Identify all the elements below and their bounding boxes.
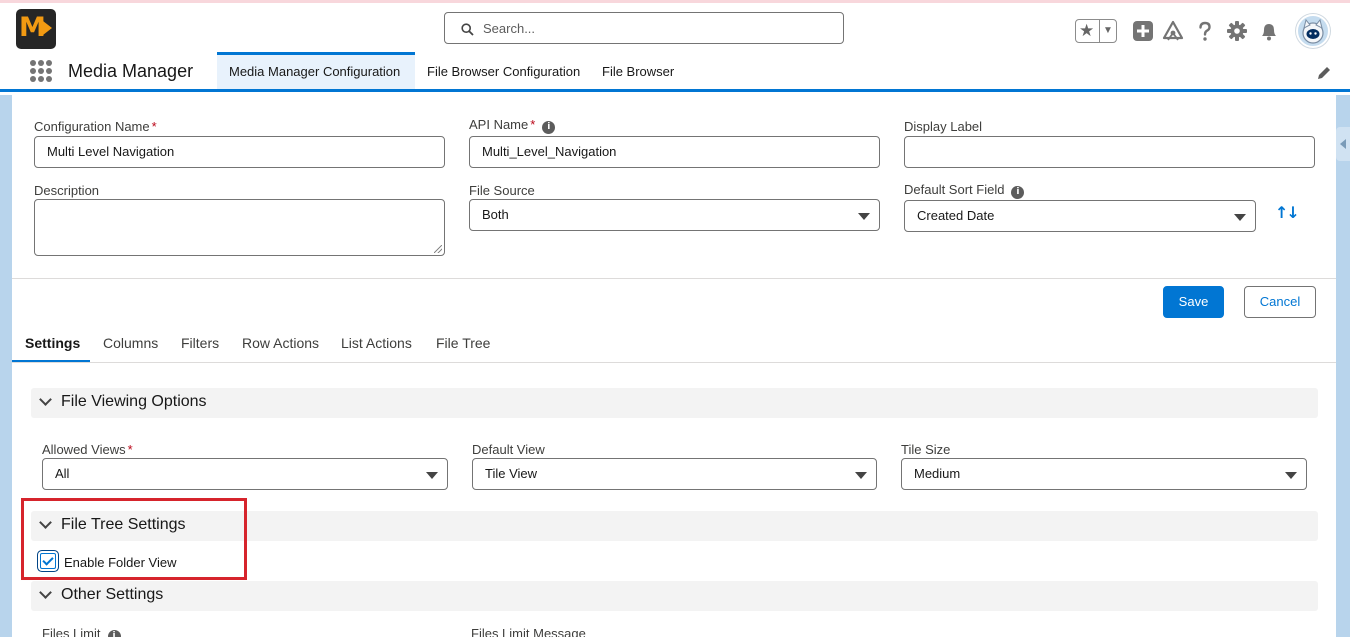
tile-size-value: Medium: [914, 466, 961, 481]
default-view-select[interactable]: Tile View: [472, 458, 877, 490]
file-source-select[interactable]: Both: [469, 199, 880, 231]
save-button[interactable]: Save: [1163, 286, 1224, 318]
dropdown-arrow-icon: [855, 472, 867, 479]
chevron-down-icon: [39, 586, 52, 599]
info-icon[interactable]: i: [542, 121, 556, 134]
bell-icon[interactable]: [1258, 20, 1280, 42]
dropdown-arrow-icon: [858, 213, 870, 220]
app-logo[interactable]: M: [16, 9, 56, 49]
tile-size-select[interactable]: Medium: [901, 458, 1307, 490]
help-icon[interactable]: [1194, 20, 1216, 42]
sort-direction-icon[interactable]: ↑↓: [1275, 203, 1300, 222]
api-name-label: API Name * i: [469, 117, 556, 134]
default-sort-field-label: Default Sort Field i: [904, 182, 1025, 199]
dropdown-arrow-icon: [426, 472, 438, 479]
default-view-value: Tile View: [485, 466, 538, 481]
section-title: Other Settings: [61, 586, 164, 603]
config-name-input[interactable]: Multi Level Navigation: [34, 136, 445, 168]
app-name: Media Manager: [68, 61, 194, 81]
cancel-button[interactable]: Cancel: [1244, 286, 1316, 318]
files-limit-message-label: Files Limit Message: [471, 626, 586, 637]
configuration-card: Configuration Name * Multi Level Navigati…: [12, 95, 1336, 637]
add-icon[interactable]: [1132, 20, 1154, 42]
default-view-label: Default View: [472, 442, 545, 457]
tile-size-label: Tile Size: [901, 442, 951, 457]
nav-tab-media-manager-configuration[interactable]: Media Manager Configuration: [217, 52, 415, 89]
description-textarea[interactable]: [34, 199, 445, 256]
info-icon[interactable]: i: [1011, 186, 1025, 199]
info-icon[interactable]: i: [107, 630, 121, 637]
allowed-views-label: Allowed Views *: [42, 442, 133, 457]
allowed-views-select[interactable]: All: [42, 458, 448, 490]
file-source-label: File Source: [469, 183, 535, 198]
tab-file-tree[interactable]: File Tree: [436, 335, 490, 351]
allowed-views-value: All: [55, 466, 70, 481]
display-label-label: Display Label: [904, 119, 983, 134]
config-name-label: Configuration Name *: [34, 119, 157, 134]
gear-icon[interactable]: [1226, 20, 1248, 42]
tab-row-actions[interactable]: Row Actions: [242, 335, 319, 351]
description-label: Description: [34, 183, 100, 198]
file-viewing-options-section-header[interactable]: File Viewing Options: [31, 388, 1318, 418]
tab-filters[interactable]: Filters: [181, 335, 219, 351]
search-input[interactable]: [483, 18, 833, 38]
chevron-down-icon[interactable]: ▼: [1103, 23, 1113, 39]
resize-grip-icon[interactable]: [434, 245, 442, 253]
search-icon: [461, 23, 474, 36]
api-name-input[interactable]: Multi_Level_Navigation: [469, 136, 880, 168]
default-sort-field-select[interactable]: Created Date: [904, 200, 1256, 232]
favorites-divider: [1099, 20, 1100, 42]
file-source-value: Both: [482, 207, 509, 222]
star-icon: ★: [1079, 21, 1095, 40]
dropdown-arrow-icon: [1285, 472, 1297, 479]
section-title: File Viewing Options: [61, 393, 207, 410]
astro-avatar-icon: [1302, 18, 1324, 44]
tabs-divider: [12, 362, 1336, 363]
dropdown-arrow-icon: [1234, 214, 1246, 221]
highlight-box: [21, 498, 247, 580]
section-divider: [12, 278, 1336, 279]
tab-settings[interactable]: Settings: [25, 335, 80, 351]
app-navigation-bar: Media Manager Media Manager Configuratio…: [0, 52, 1350, 92]
tab-columns[interactable]: Columns: [103, 335, 158, 351]
favorites-button[interactable]: ★ ▼: [1075, 19, 1117, 43]
trailhead-icon[interactable]: [1162, 20, 1184, 42]
nav-tab-file-browser-configuration[interactable]: File Browser Configuration: [415, 52, 592, 89]
display-label-input[interactable]: [904, 136, 1315, 168]
chevron-down-icon: [39, 393, 52, 406]
tab-list-actions[interactable]: List Actions: [341, 335, 412, 351]
other-settings-section-header[interactable]: Other Settings: [31, 581, 1318, 611]
side-panel-toggle[interactable]: [1336, 127, 1350, 161]
default-sort-field-value: Created Date: [917, 208, 995, 223]
user-avatar[interactable]: [1296, 14, 1330, 48]
global-header: M ★ ▼: [0, 0, 1350, 52]
nav-tab-file-browser[interactable]: File Browser: [590, 52, 686, 89]
app-launcher-icon[interactable]: [30, 60, 52, 82]
global-search[interactable]: [444, 12, 844, 44]
logo-play-icon: [43, 21, 52, 35]
files-limit-label: Files Limit i: [42, 626, 121, 637]
logo-letter: M: [19, 12, 46, 43]
edit-nav-pencil-icon[interactable]: [1316, 65, 1332, 81]
